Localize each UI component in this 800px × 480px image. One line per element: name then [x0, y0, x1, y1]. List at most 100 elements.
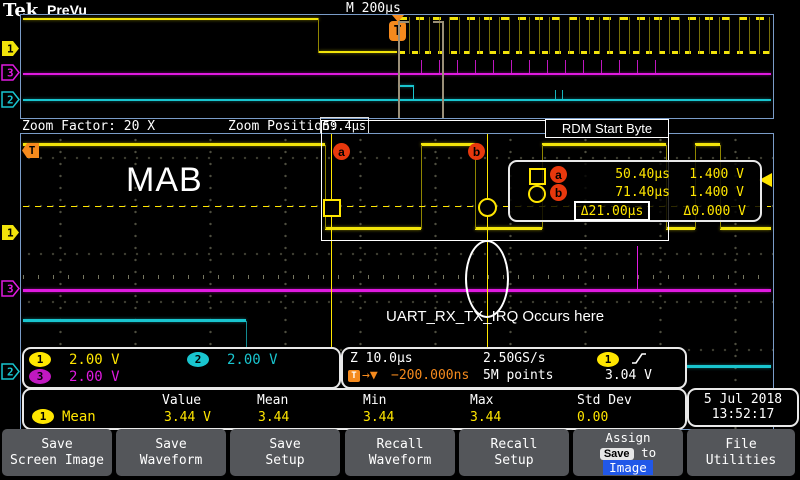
ch2-badge[interactable]: 2 [187, 352, 209, 367]
ch2-overview-trace [23, 99, 771, 101]
horizontal-trigger-box: Z 10.0µs 2.50GS/s 1 T →▼ −200.000ns 5M p… [341, 347, 687, 389]
svg-text:1: 1 [7, 227, 14, 240]
ch1-overview-low [319, 51, 397, 53]
cursor-b-voltage: 1.400 V [689, 185, 744, 200]
ch1-trace-low [720, 227, 771, 230]
cursor-delta-voltage: Δ0.000 V [683, 204, 746, 219]
ch2-main-marker[interactable]: 2 [1, 363, 20, 380]
ch3-trace [23, 289, 771, 292]
measurement-box: Value Mean Min Max Std Dev 1 Mean 3.44 V… [22, 388, 687, 430]
save-key-icon: Save [599, 448, 634, 460]
save-setup-button[interactable]: Save Setup [230, 429, 340, 476]
button-label: Save [269, 436, 301, 452]
cursor-a-square-icon [529, 168, 546, 185]
button-label: Waveform [139, 452, 203, 468]
zoom-bracket-right[interactable] [433, 21, 444, 118]
ch1-trace-high [695, 143, 720, 146]
ch1-scale: 2.00 V [69, 352, 120, 368]
button-label: Setup [265, 452, 305, 468]
svg-text:3: 3 [7, 67, 14, 80]
meas-mean: 3.44 [258, 410, 290, 425]
button-label: Save [41, 436, 73, 452]
zoom-factor-label: Zoom Factor: 20 X [22, 119, 156, 134]
ch2-scale: 2.00 V [227, 352, 278, 368]
ch3-main-marker[interactable]: 3 [1, 280, 20, 297]
recall-setup-button[interactable]: Recall Setup [459, 429, 569, 476]
record-length: 5M points [483, 368, 554, 383]
rdm-title: RDM Start Byte [545, 119, 669, 138]
ch1-overview-edge [318, 18, 319, 53]
ch2-overview-marker[interactable]: 2 [1, 91, 20, 108]
ch2-overview-ticks [555, 90, 567, 99]
meas-stddev: 0.00 [577, 410, 609, 425]
cursor-a-voltage: 1.400 V [689, 167, 744, 182]
trigger-level: 3.04 V [605, 368, 652, 383]
button-label: Assign [605, 430, 651, 445]
svg-text:1: 1 [7, 43, 14, 56]
trigger-delay: −200.000ns [391, 368, 470, 383]
date-text: 5 Jul 2018 [703, 392, 783, 407]
irq-ellipse-annotation [465, 240, 509, 318]
oscilloscope-screen: Tek PreVu M 200µs T 1 3 2 Zoom Factor: 2… [0, 0, 800, 480]
cursor-b-circle-icon [528, 185, 546, 203]
meas-col-max: Max [470, 393, 494, 408]
meas-col-value: Value [162, 393, 202, 408]
ch1-trace-high [23, 143, 325, 146]
cursor-a-time: 50.40µs [615, 167, 670, 182]
trigger-slope-icon [632, 353, 646, 364]
graticule-center-axis [23, 275, 771, 279]
cursor-delta-time: Δ21.00µs [574, 201, 650, 221]
file-utilities-button[interactable]: File Utilities [687, 429, 795, 476]
channel-settings-box: 1 2.00 V 2 2.00 V 3 2.00 V [22, 347, 341, 389]
button-label: Recall [376, 436, 424, 452]
zoom-timebase: Z 10.0µs [350, 351, 413, 366]
meas-name: Mean [62, 409, 96, 425]
meas-col-stddev: Std Dev [577, 393, 632, 408]
ch2-trace-high [23, 319, 246, 322]
meas-value: 3.44 V [164, 410, 211, 425]
button-label: to [641, 445, 657, 460]
button-label: Setup [494, 452, 534, 468]
ch1-badge[interactable]: 1 [29, 352, 51, 367]
trigger-delay-arrows-icon: →▼ [362, 368, 378, 383]
trigger-source-badge: 1 [597, 352, 619, 367]
trigger-delay-t-icon: T [348, 370, 360, 382]
button-label-row: Save to [599, 445, 657, 460]
meas-min: 3.44 [363, 410, 395, 425]
ch1-main-marker[interactable]: 1 [1, 224, 20, 241]
meas-source-badge: 1 [32, 409, 54, 424]
svg-text:3: 3 [7, 283, 14, 296]
assign-save-button[interactable]: Assign Save to Image [573, 429, 683, 476]
svg-text:2: 2 [7, 366, 14, 379]
save-waveform-button[interactable]: Save Waveform [116, 429, 226, 476]
zoom-bracket-left[interactable] [398, 21, 409, 118]
button-label: Utilities [705, 452, 777, 468]
save-screen-image-button[interactable]: Save Screen Image [2, 429, 112, 476]
ch3-overview-pulses [421, 60, 661, 73]
datetime-box: 5 Jul 2018 13:52:17 [687, 388, 799, 427]
cursor-readout-box: a 50.40µs 1.400 V b 71.40µs 1.400 V Δ21.… [508, 160, 762, 222]
ch3-spike [637, 246, 638, 289]
button-label: Waveform [368, 452, 432, 468]
ch3-overview-marker[interactable]: 3 [1, 64, 20, 81]
meas-max: 3.44 [470, 410, 502, 425]
button-label: Recall [490, 436, 538, 452]
cursor-a-readout-badge: a [550, 166, 567, 183]
ch3-badge[interactable]: 3 [29, 369, 51, 384]
ch1-overview-marker[interactable]: 1 [1, 40, 20, 57]
ch3-overview-trace [23, 73, 771, 75]
meas-col-min: Min [363, 393, 387, 408]
mab-annotation: MAB [126, 161, 203, 199]
overview-waveform-window: T [20, 14, 774, 119]
button-label: File [725, 436, 757, 452]
recall-waveform-button[interactable]: Recall Waveform [345, 429, 455, 476]
assign-target: Image [603, 460, 653, 475]
time-text: 13:52:17 [711, 407, 775, 422]
sample-rate: 2.50GS/s [483, 351, 546, 366]
ch1-trace-low [666, 227, 695, 230]
ch1-overview-high [23, 18, 319, 20]
ch2-overview-pulse-edge [413, 85, 414, 101]
meas-col-mean: Mean [257, 393, 289, 408]
button-label: Save [155, 436, 187, 452]
cursor-b-readout-badge: b [550, 184, 567, 201]
